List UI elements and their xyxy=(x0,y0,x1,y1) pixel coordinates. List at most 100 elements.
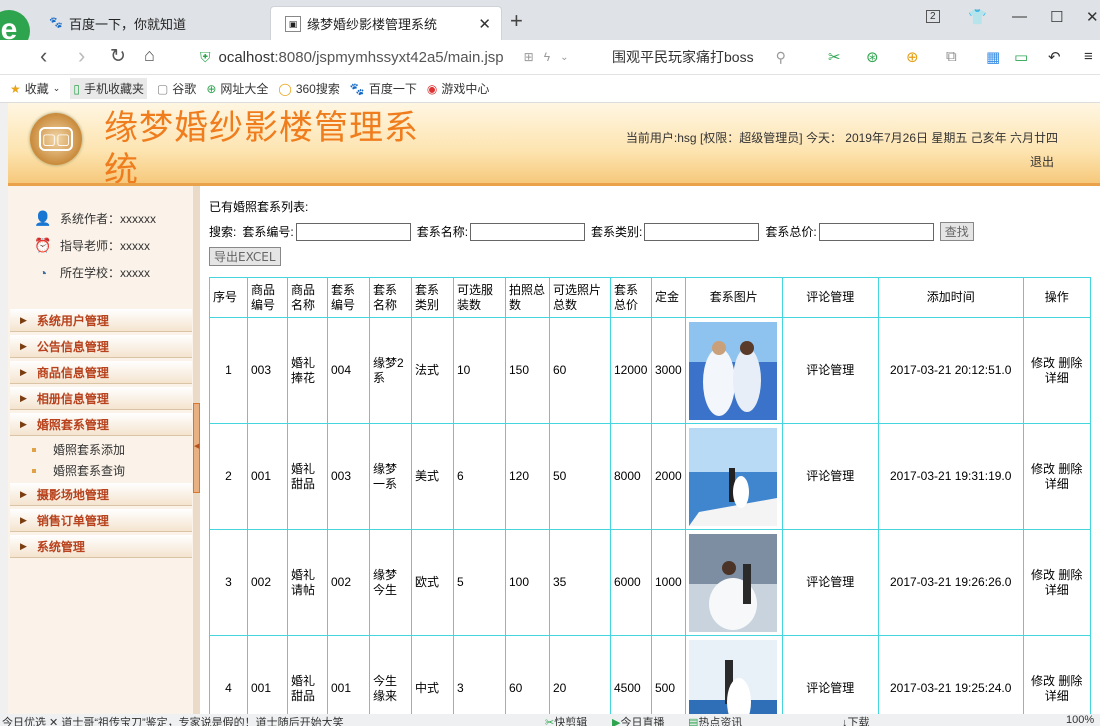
triangle-right-icon: ▶ xyxy=(20,418,27,429)
news-ticker[interactable]: 今日优选 ✕ 道士哥“祖传宝刀”鉴定，专家说是假的！道士随后开始大笑 xyxy=(2,717,344,726)
field-label-set-no: 套系编号: xyxy=(242,225,294,239)
bookmark-360search[interactable]: ◯ 360搜索 xyxy=(278,80,339,97)
comment-manage-link[interactable]: 评论管理 xyxy=(781,635,879,714)
minimize-icon[interactable]: — xyxy=(1012,8,1027,25)
sidebar-item-albums[interactable]: ▶ 相册信息管理 xyxy=(10,387,192,410)
sidebar-item-notices[interactable]: ▶ 公告信息管理 xyxy=(10,335,192,358)
image-icon[interactable]: ⧉ xyxy=(946,48,957,65)
cell-deposit: 2000 xyxy=(651,423,686,530)
bookmark-google[interactable]: ▢ 谷歌 xyxy=(157,80,196,97)
menu-icon[interactable]: ≡ xyxy=(1084,48,1093,65)
comment-manage-link[interactable]: 评论管理 xyxy=(781,529,879,636)
search-icon[interactable]: ⚲ xyxy=(776,49,786,66)
sidebar-item-packages[interactable]: ▶ 婚照套系管理 xyxy=(10,413,192,436)
reload-icon[interactable]: ↻ xyxy=(110,45,126,68)
cell-index: 4 xyxy=(209,635,248,714)
bookmark-games[interactable]: ◉ 游戏中心 xyxy=(427,80,490,97)
package-photo[interactable] xyxy=(688,321,777,420)
set-price-input[interactable] xyxy=(818,222,934,241)
browser-tab-bar: e 🐾 百度一下，你就知道 ▣ 缘梦婚纱影楼管理系统 ✕ + 2 👕 — ☐ ✕ xyxy=(0,0,1100,52)
delete-link[interactable]: 删除 xyxy=(1058,674,1082,688)
undo-icon[interactable]: ↶ xyxy=(1048,48,1061,66)
set-name-input[interactable] xyxy=(470,222,586,241)
sidebar-item-orders[interactable]: ▶ 销售订单管理 xyxy=(10,509,192,532)
delete-link[interactable]: 删除 xyxy=(1058,568,1082,582)
sidebar-item-goods[interactable]: ▶ 商品信息管理 xyxy=(10,361,192,384)
maximize-icon[interactable]: ☐ xyxy=(1050,8,1063,26)
cell-type: 法式 xyxy=(411,317,454,424)
package-photo[interactable] xyxy=(688,427,777,526)
sidebar-subitem-add-package[interactable]: 婚照套系添加 xyxy=(32,441,125,458)
back-icon[interactable]: ‹ xyxy=(40,43,47,69)
col-header: 套系图片 xyxy=(684,277,783,318)
package-photo[interactable] xyxy=(688,639,777,715)
delete-link[interactable]: 删除 xyxy=(1058,356,1082,370)
zoom-level[interactable]: 100% xyxy=(1066,714,1094,726)
sidebar-item-venues[interactable]: ▶ 摄影场地管理 xyxy=(10,483,192,506)
sidebar-collapse-toggle[interactable]: ◀ xyxy=(193,403,200,493)
cell-clothes: 5 xyxy=(453,529,506,636)
forward-icon[interactable]: › xyxy=(78,43,85,69)
edit-link[interactable]: 修改 xyxy=(1031,674,1055,688)
qr-icon[interactable]: ⊞ xyxy=(524,50,534,64)
col-header: 评论管理 xyxy=(781,277,879,318)
edit-link[interactable]: 修改 xyxy=(1031,356,1055,370)
status-item-clip[interactable]: ✂快剪辑 xyxy=(545,714,587,726)
set-type-input[interactable] xyxy=(644,222,760,241)
star-icon: ★ xyxy=(10,81,21,96)
detail-link[interactable]: 详细 xyxy=(1045,371,1069,385)
status-item-download[interactable]: ↓下载 xyxy=(842,714,870,726)
game-icon: ◉ xyxy=(426,81,438,96)
paw-icon: 🐾 xyxy=(349,81,365,96)
submenu-label: 婚照套系查询 xyxy=(53,464,126,478)
close-tab-icon[interactable]: ✕ xyxy=(478,15,491,33)
sidebar-item-system[interactable]: ▶ 系统管理 xyxy=(10,535,192,558)
detail-link[interactable]: 详细 xyxy=(1045,583,1069,597)
sidebar-item-users[interactable]: ▶ 系统用户管理 xyxy=(10,309,192,332)
search-input[interactable]: 围观平民玩家痛打boss xyxy=(612,47,754,67)
shirt-icon[interactable]: 👕 xyxy=(968,8,987,26)
tab-baidu[interactable]: 🐾 百度一下，你就知道 xyxy=(35,6,270,40)
set-no-input[interactable] xyxy=(295,222,411,241)
battery-icon[interactable]: ▭ xyxy=(1014,48,1028,66)
tab-count-badge[interactable]: 2 xyxy=(926,10,940,23)
bookmark-favorites[interactable]: ★ 收藏 ⌄ xyxy=(10,80,60,97)
comment-manage-link[interactable]: 评论管理 xyxy=(781,317,879,424)
logout-link[interactable]: 退出 xyxy=(1030,153,1054,170)
translate-icon[interactable]: ⊛ xyxy=(866,48,879,66)
bookmark-mobile[interactable]: ▯ 手机收藏夹 xyxy=(70,78,147,99)
sidebar-subitem-query-package[interactable]: 婚照套系查询 xyxy=(32,462,125,479)
scissors-icon[interactable]: ✂ xyxy=(828,48,841,66)
comment-manage-link[interactable]: 评论管理 xyxy=(781,423,879,530)
field-label-set-price: 套系总价: xyxy=(765,225,817,239)
window-close-icon[interactable]: ✕ xyxy=(1086,8,1099,26)
export-excel-button[interactable]: 导出EXCEL xyxy=(209,247,281,266)
cell-deposit: 500 xyxy=(651,635,686,714)
detail-link[interactable]: 详细 xyxy=(1045,477,1069,491)
bookmark-hao[interactable]: ⊕ 网址大全 xyxy=(206,80,268,97)
search-form: 搜索: 套系编号: 套系名称: 套系类别: 套系总价: 查找 xyxy=(209,222,974,241)
browser-status-bar: 今日优选 ✕ 道士哥“祖传宝刀”鉴定，专家说是假的！道士随后开始大笑 ✂快剪辑 … xyxy=(0,714,1100,726)
apps-icon[interactable]: ▦ xyxy=(986,48,1000,66)
status-item-live[interactable]: ▶今日直播 xyxy=(612,714,664,726)
search-button[interactable]: 查找 xyxy=(939,222,974,241)
chevron-down-icon[interactable]: ⌄ xyxy=(560,52,568,63)
home-icon[interactable]: ⌂ xyxy=(144,45,155,66)
package-photo[interactable] xyxy=(688,533,777,632)
status-item-news[interactable]: ▤热点资讯 xyxy=(688,714,742,726)
new-tab-icon[interactable]: + xyxy=(510,8,523,34)
cell-actions: 修改 删除 详细 xyxy=(1022,635,1091,714)
delete-link[interactable]: 删除 xyxy=(1058,462,1082,476)
tab-active[interactable]: ▣ 缘梦婚纱影楼管理系统 ✕ xyxy=(270,6,502,40)
bookmark-baidu[interactable]: 🐾 百度一下 xyxy=(350,80,417,97)
cell-deposit: 3000 xyxy=(651,317,686,424)
address-bar[interactable]: ⛨ ocalhost:8080/jspmymhssyxt42a5/main.js… xyxy=(200,44,600,70)
menu-label: 婚照套系管理 xyxy=(36,417,109,432)
lightning-icon[interactable]: ϟ xyxy=(544,50,550,64)
edit-link[interactable]: 修改 xyxy=(1031,462,1055,476)
coin-icon[interactable]: ⊕ xyxy=(906,48,919,66)
edit-link[interactable]: 修改 xyxy=(1031,568,1055,582)
status-label: 热点资讯 xyxy=(698,717,743,726)
search-box[interactable]: 围观平民玩家痛打boss ⚲ xyxy=(612,44,802,70)
detail-link[interactable]: 详细 xyxy=(1045,689,1069,703)
